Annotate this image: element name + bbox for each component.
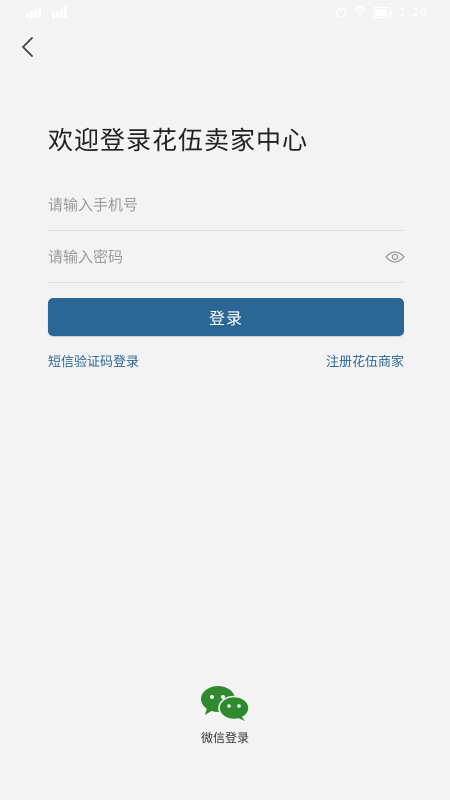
alarm-icon xyxy=(336,7,347,18)
status-bar: 1:20 xyxy=(0,0,450,24)
wifi-icon xyxy=(353,6,367,17)
eye-icon[interactable] xyxy=(385,250,405,264)
register-link[interactable]: 注册花伍商家 xyxy=(326,351,404,370)
phone-field xyxy=(48,179,404,231)
signal-icon xyxy=(26,7,67,18)
password-input[interactable] xyxy=(48,247,385,266)
status-left xyxy=(26,6,72,18)
wechat-login-label: 微信登录 xyxy=(200,731,249,745)
back-button[interactable] xyxy=(14,34,40,60)
page-title: 欢迎登录花伍卖家中心 xyxy=(48,126,309,155)
status-time: 1:20 xyxy=(399,5,428,19)
chevron-left-icon xyxy=(22,37,33,57)
status-right: 1:20 xyxy=(335,6,428,19)
wechat-icon xyxy=(201,686,250,721)
phone-input[interactable] xyxy=(48,195,404,214)
sms-login-link[interactable]: 短信验证码登录 xyxy=(48,351,139,370)
battery-icon xyxy=(373,6,393,18)
login-screen: 1:20 欢迎登录花伍卖家中心 登录 短信验证码登录 注册花伍商家 微 xyxy=(0,0,450,800)
password-field xyxy=(48,231,405,283)
wechat-login-button[interactable]: 微信登录 xyxy=(0,686,450,746)
login-button[interactable]: 登录 xyxy=(48,298,404,336)
